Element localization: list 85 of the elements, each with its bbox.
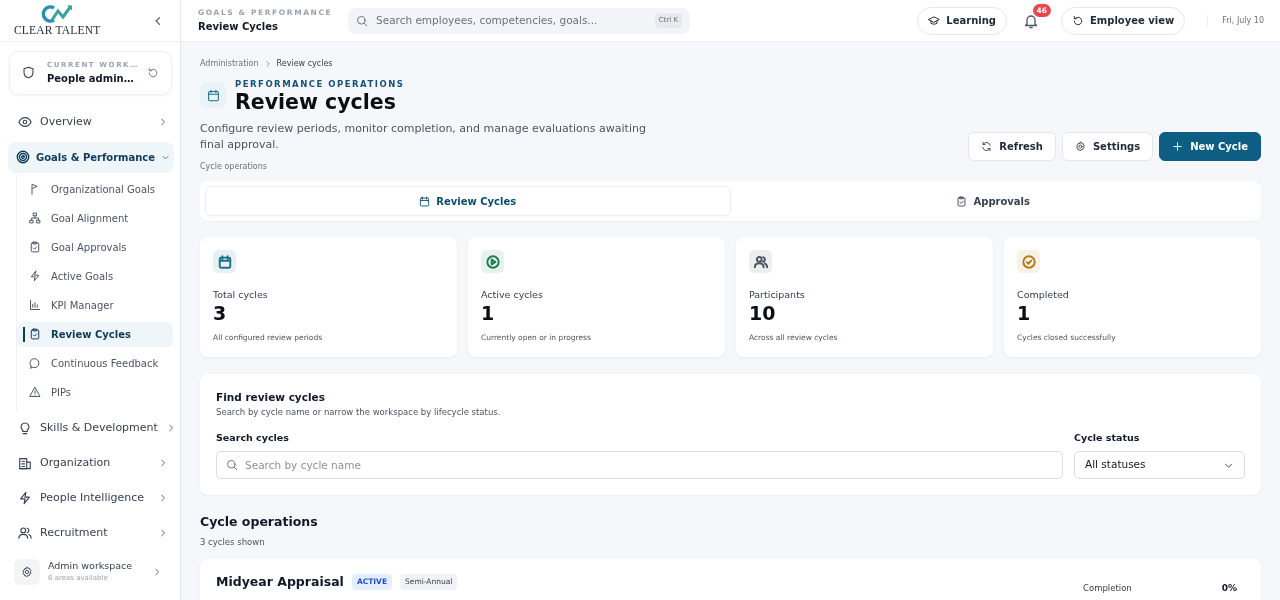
sidebar-subitem[interactable]: Active Goals — [17, 263, 173, 289]
logo-icon — [40, 4, 75, 25]
new-cycle-button[interactable]: New Cycle — [1159, 132, 1261, 162]
target-icon — [16, 150, 30, 164]
stat-label: Active cycles — [481, 288, 544, 303]
section-heading: Cycle operations — [200, 513, 319, 532]
cycle-name: Midyear Appraisal — [216, 572, 344, 591]
settings-button[interactable]: Settings — [1061, 132, 1154, 162]
stat-value: 3 — [213, 302, 228, 326]
clipboard-check-icon — [956, 195, 968, 207]
plus-icon — [1172, 141, 1184, 153]
warning-icon — [29, 386, 41, 398]
building-icon — [18, 456, 32, 470]
breadcrumb-item[interactable]: Administration — [200, 58, 259, 70]
clipboard-check-icon — [29, 241, 41, 253]
sidebar-item[interactable]: Organization — [8, 447, 174, 479]
admin-title: Admin workspace — [48, 559, 134, 574]
employee-view-button[interactable]: Employee view — [1061, 6, 1186, 35]
sidebar-subitem[interactable]: Goal Alignment — [17, 205, 173, 231]
learning-button[interactable]: Learning — [917, 6, 1007, 35]
sidebar-subitem[interactable]: KPI Manager — [17, 292, 173, 318]
sidebar-item[interactable]: Skills & Development — [8, 412, 174, 444]
stat-value: 10 — [749, 302, 777, 326]
sidebar-subitem[interactable]: Review Cycles — [17, 321, 173, 347]
gear-icon — [21, 565, 33, 578]
eye-icon — [18, 115, 32, 129]
search-icon — [356, 14, 368, 27]
chevron-right-icon — [158, 528, 168, 538]
sidebar-subitem[interactable]: Goal Approvals — [17, 234, 173, 260]
sidebar-subitem[interactable]: Continuous Feedback — [17, 350, 173, 376]
stat-label: Completed — [1017, 288, 1070, 303]
reset-icon — [1072, 14, 1084, 27]
sidebar-item[interactable]: Goals & Performance — [8, 141, 174, 173]
stat-label: Total cycles — [213, 288, 269, 303]
clipboard-check-icon — [29, 328, 41, 340]
chevron-right-icon — [158, 493, 168, 503]
chevron-right-icon — [152, 566, 162, 577]
chevron-right-icon — [158, 458, 168, 468]
hierarchy-icon — [29, 212, 41, 224]
field-label: Cycle status — [1074, 430, 1141, 445]
lightning-icon — [18, 491, 32, 505]
brand-name: CLEAR TALENT — [14, 25, 101, 37]
completion-value: 0% — [1221, 581, 1237, 595]
cycle-search-field[interactable]: Search by cycle name — [216, 451, 1063, 480]
stat-value: 1 — [1017, 302, 1032, 326]
lightning-icon — [29, 270, 41, 282]
flag-icon — [29, 183, 41, 195]
reset-icon — [147, 66, 159, 79]
page-description: Configure review periods, monitor completion, and manage evaluations awaiting final approval. — [200, 121, 647, 154]
calendar-icon — [206, 88, 220, 102]
lightbulb-icon — [18, 421, 32, 435]
gear-icon — [1074, 141, 1086, 153]
page-title: Review Cycles — [198, 19, 279, 34]
bar-chart-icon — [29, 299, 41, 311]
calendar-icon — [419, 195, 431, 207]
field-label: Search cycles — [216, 430, 290, 445]
eyebrow-label: PERFORMANCE OPERATIONS — [235, 78, 405, 91]
page-heading: Review cycles — [235, 90, 397, 114]
workspace-name: People admin… — [47, 71, 135, 86]
tab[interactable]: Review Cycles — [205, 186, 731, 217]
people-icon — [18, 526, 32, 540]
stat-label: Participants — [749, 288, 806, 303]
sidebar-subitem[interactable]: Organizational Goals — [17, 176, 173, 202]
sidebar-item[interactable]: Recruitment — [8, 517, 174, 549]
sidebar-subitem[interactable]: PIPs — [17, 379, 173, 405]
bell-icon — [1023, 12, 1039, 29]
sidebar-item[interactable]: Overview — [8, 106, 174, 138]
date-label: Fri, July 10 — [1207, 14, 1264, 27]
chat-bubble-icon — [29, 357, 41, 369]
tab[interactable]: Approvals — [730, 186, 1256, 217]
status-dropdown[interactable]: All statuses — [1074, 451, 1245, 480]
stat-value: 1 — [481, 302, 496, 326]
breadcrumb-item: Review cycles — [276, 58, 333, 70]
section-caption: Cycle operations — [200, 161, 268, 174]
refresh-button[interactable]: Refresh — [968, 132, 1056, 162]
filter-description: Search by cycle name or narrow the workspace by lifecycle status. — [216, 406, 502, 419]
sidebar-item[interactable]: People Intelligence — [8, 482, 174, 514]
chevron-right-icon — [158, 117, 168, 127]
chevron-right-icon — [263, 60, 272, 68]
cycle-count: 3 cycles shown — [200, 535, 266, 549]
completion-label: Completion — [1083, 581, 1132, 595]
graduation-cap-icon — [928, 14, 941, 27]
filter-title: Find review cycles — [216, 390, 326, 406]
shield-icon — [22, 66, 35, 80]
refresh-icon — [981, 141, 993, 153]
